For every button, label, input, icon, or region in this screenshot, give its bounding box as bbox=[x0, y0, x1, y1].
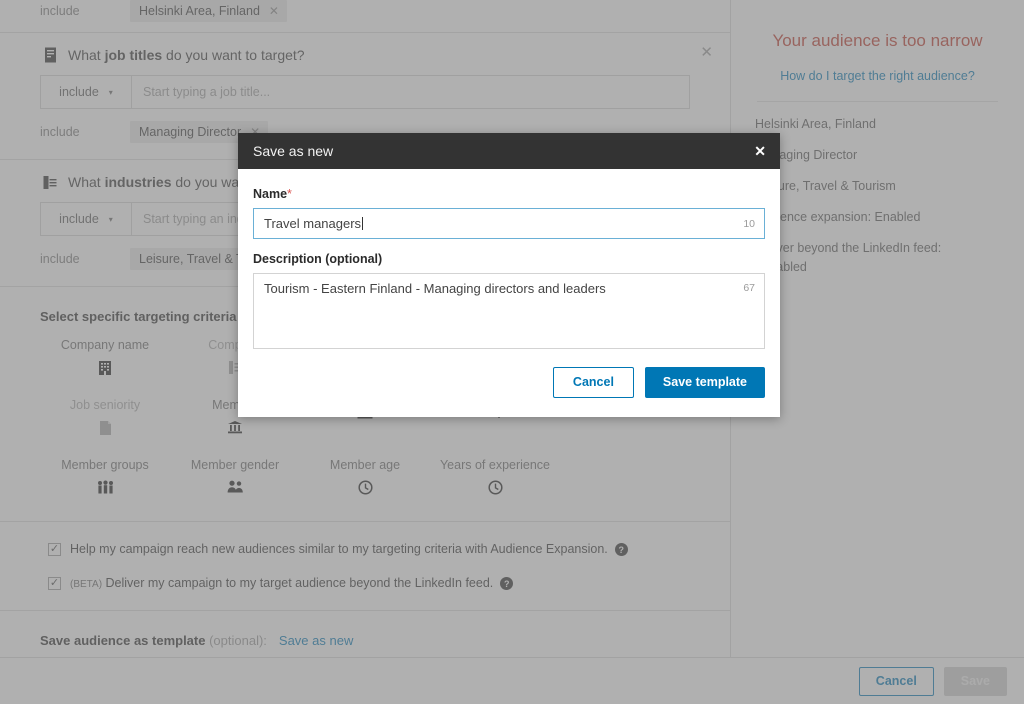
name-input-value: Travel managers bbox=[264, 216, 364, 231]
modal-cancel-button[interactable]: Cancel bbox=[552, 367, 634, 398]
description-label: Description (optional) bbox=[253, 252, 383, 266]
modal-footer: Cancel Save template bbox=[238, 349, 780, 417]
description-field-group: Description (optional) Tourism - Eastern… bbox=[253, 252, 765, 349]
name-label: Name* bbox=[253, 187, 292, 201]
modal-body: Name* Travel managers 10 Description (op… bbox=[238, 169, 780, 349]
required-marker: * bbox=[287, 187, 292, 201]
app-root: include Helsinki Area, Finland ✕ ✕ bbox=[0, 0, 1024, 704]
modal-header: Save as new ✕ bbox=[238, 133, 780, 169]
modal-title: Save as new bbox=[253, 143, 334, 159]
name-input[interactable]: Travel managers 10 bbox=[253, 208, 765, 239]
name-field-group: Name* Travel managers 10 bbox=[253, 187, 765, 239]
save-template-button[interactable]: Save template bbox=[644, 367, 765, 398]
text-cursor bbox=[362, 217, 364, 230]
description-char-count: 67 bbox=[743, 282, 755, 294]
description-input[interactable]: Tourism - Eastern Finland - Managing dir… bbox=[253, 273, 765, 349]
name-char-count: 10 bbox=[743, 218, 755, 230]
close-icon[interactable]: ✕ bbox=[754, 143, 766, 160]
description-input-value: Tourism - Eastern Finland - Managing dir… bbox=[264, 281, 606, 296]
save-as-new-modal: Save as new ✕ Name* Travel managers 10 D… bbox=[238, 133, 780, 417]
